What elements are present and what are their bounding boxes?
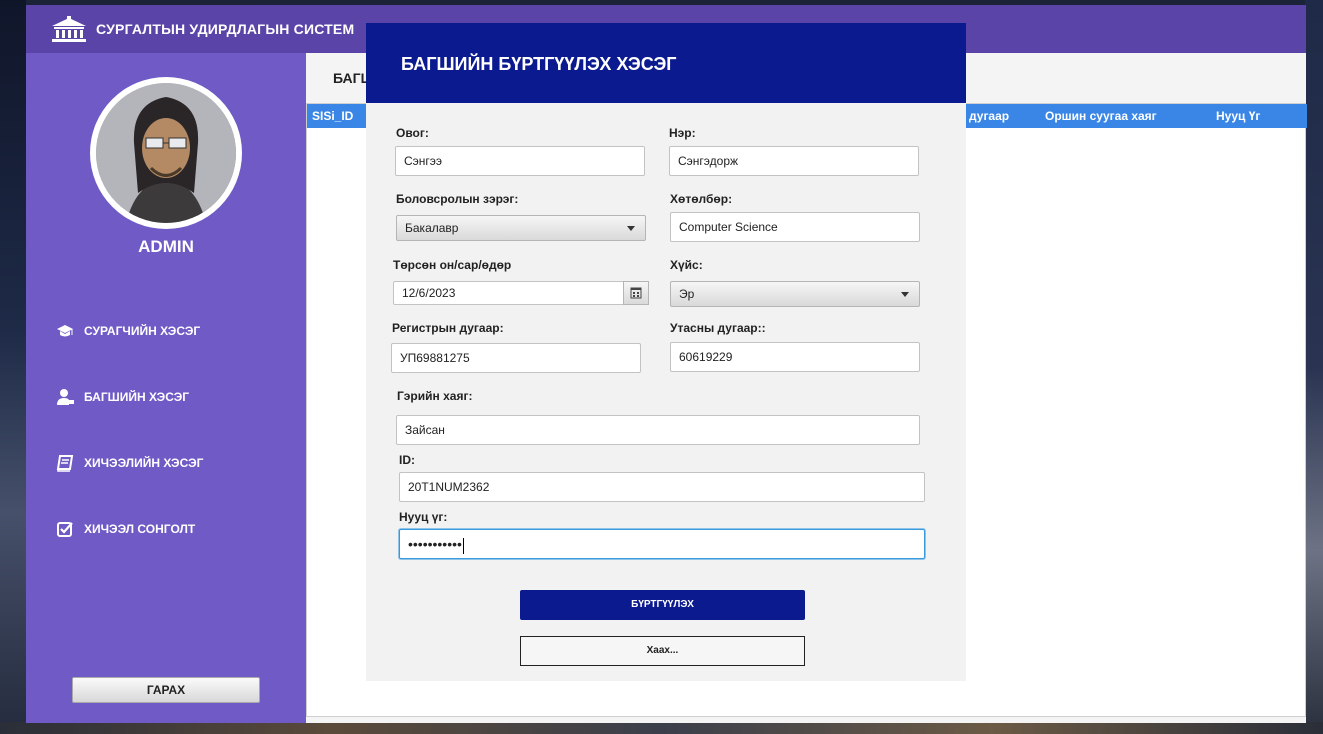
password-label: Нууц үг: <box>399 510 448 524</box>
sidebar-item-label: ХИЧЭЭЛИЙН ХЭСЭГ <box>84 456 204 470</box>
calendar-button[interactable] <box>623 281 649 305</box>
register-button[interactable]: БҮРТГҮҮЛЭХ <box>520 590 805 620</box>
sidebar-item-lessons[interactable]: ХИЧЭЭЛИЙН ХЭСЭГ <box>56 451 203 475</box>
dialog-header: БАГШИЙН БҮРТГҮҮЛЭХ ХЭСЭГ <box>366 23 966 103</box>
close-button[interactable]: Хаах... <box>520 636 805 666</box>
chevron-down-icon <box>627 226 635 231</box>
teacher-icon <box>57 389 74 405</box>
birthdate-label: Төрсөн он/сар/өдөр <box>393 258 512 272</box>
register-number-label: Регистрын дугаар: <box>392 321 504 335</box>
program-field[interactable]: Computer Science <box>670 212 920 242</box>
gender-select[interactable]: Эр <box>670 281 920 307</box>
desktop-background-left <box>0 0 26 734</box>
first-name-field[interactable]: Сэнгэдорж <box>669 146 919 176</box>
birthdate-field[interactable]: 12/6/2023 <box>393 281 625 305</box>
column-header-address[interactable]: Оршин суугаа хаяг <box>1045 104 1157 128</box>
school-building-icon <box>52 16 86 42</box>
user-role-label: ADMIN <box>138 237 194 256</box>
password-value: ••••••••••• <box>408 536 462 552</box>
sidebar: ADMIN СУРАГЧИЙН ХЭСЭГ БАГШИЙН ХЭСЭГ ХИЧЭ… <box>26 53 306 723</box>
sidebar-item-label: БАГШИЙН ХЭСЭГ <box>84 390 190 404</box>
avatar-image <box>96 83 236 223</box>
gender-label: Хүйс: <box>670 258 703 272</box>
gender-value: Эр <box>679 287 695 301</box>
checkbox-icon <box>57 522 73 537</box>
id-field[interactable]: 20T1NUM2362 <box>399 472 925 502</box>
first-name-label: Нэр: <box>669 126 696 140</box>
text-caret <box>462 537 464 554</box>
sidebar-item-teachers[interactable]: БАГШИЙН ХЭСЭГ <box>56 385 189 409</box>
register-number-field[interactable]: УП69881275 <box>391 343 641 373</box>
calendar-icon <box>630 287 642 299</box>
address-field[interactable]: Зайсан <box>396 415 920 445</box>
sidebar-item-label: СУРАГЧИЙН ХЭСЭГ <box>84 324 201 338</box>
degree-select[interactable]: Бакалавр <box>396 215 646 241</box>
address-label: Гэрийн хаяг: <box>397 389 473 403</box>
chevron-down-icon <box>901 292 909 297</box>
password-field[interactable]: ••••••••••• <box>399 529 925 559</box>
avatar <box>90 77 242 229</box>
sidebar-item-course-selection[interactable]: ХИЧЭЭЛ СОНГОЛТ <box>56 517 195 541</box>
book-icon <box>56 455 74 472</box>
sidebar-item-students[interactable]: СУРАГЧИЙН ХЭСЭГ <box>56 319 200 343</box>
degree-label: Боловсролын зэрэг: <box>396 192 519 206</box>
app-title: СУРГАЛТЫН УДИРДЛАГЫН СИСТЕМ <box>96 21 355 37</box>
last-name-label: Овог: <box>396 126 429 140</box>
teacher-registration-dialog: БАГШИЙН БҮРТГҮҮЛЭХ ХЭСЭГ Овог: Сэнгээ Нэ… <box>366 23 966 681</box>
id-label: ID: <box>399 453 415 467</box>
last-name-field[interactable]: Сэнгээ <box>395 146 645 176</box>
logout-button[interactable]: ГАРАХ <box>72 677 260 703</box>
phone-label: Утасны дугаар:: <box>670 321 766 335</box>
degree-value: Бакалавр <box>405 221 459 235</box>
desktop-background-bottom <box>0 722 1323 734</box>
column-header-id[interactable]: SISi_ID <box>312 104 353 128</box>
program-label: Хөтөлбөр: <box>670 192 733 206</box>
graduation-cap-icon <box>57 325 73 337</box>
column-header-number[interactable]: дугаар <box>969 104 1009 128</box>
phone-field[interactable]: 60619229 <box>670 342 920 372</box>
dialog-title: БАГШИЙН БҮРТГҮҮЛЭХ ХЭСЭГ <box>401 54 677 74</box>
desktop-background-right <box>1305 0 1323 734</box>
column-header-password[interactable]: Нууц Үг <box>1216 104 1260 128</box>
sidebar-item-label: ХИЧЭЭЛ СОНГОЛТ <box>84 522 196 536</box>
